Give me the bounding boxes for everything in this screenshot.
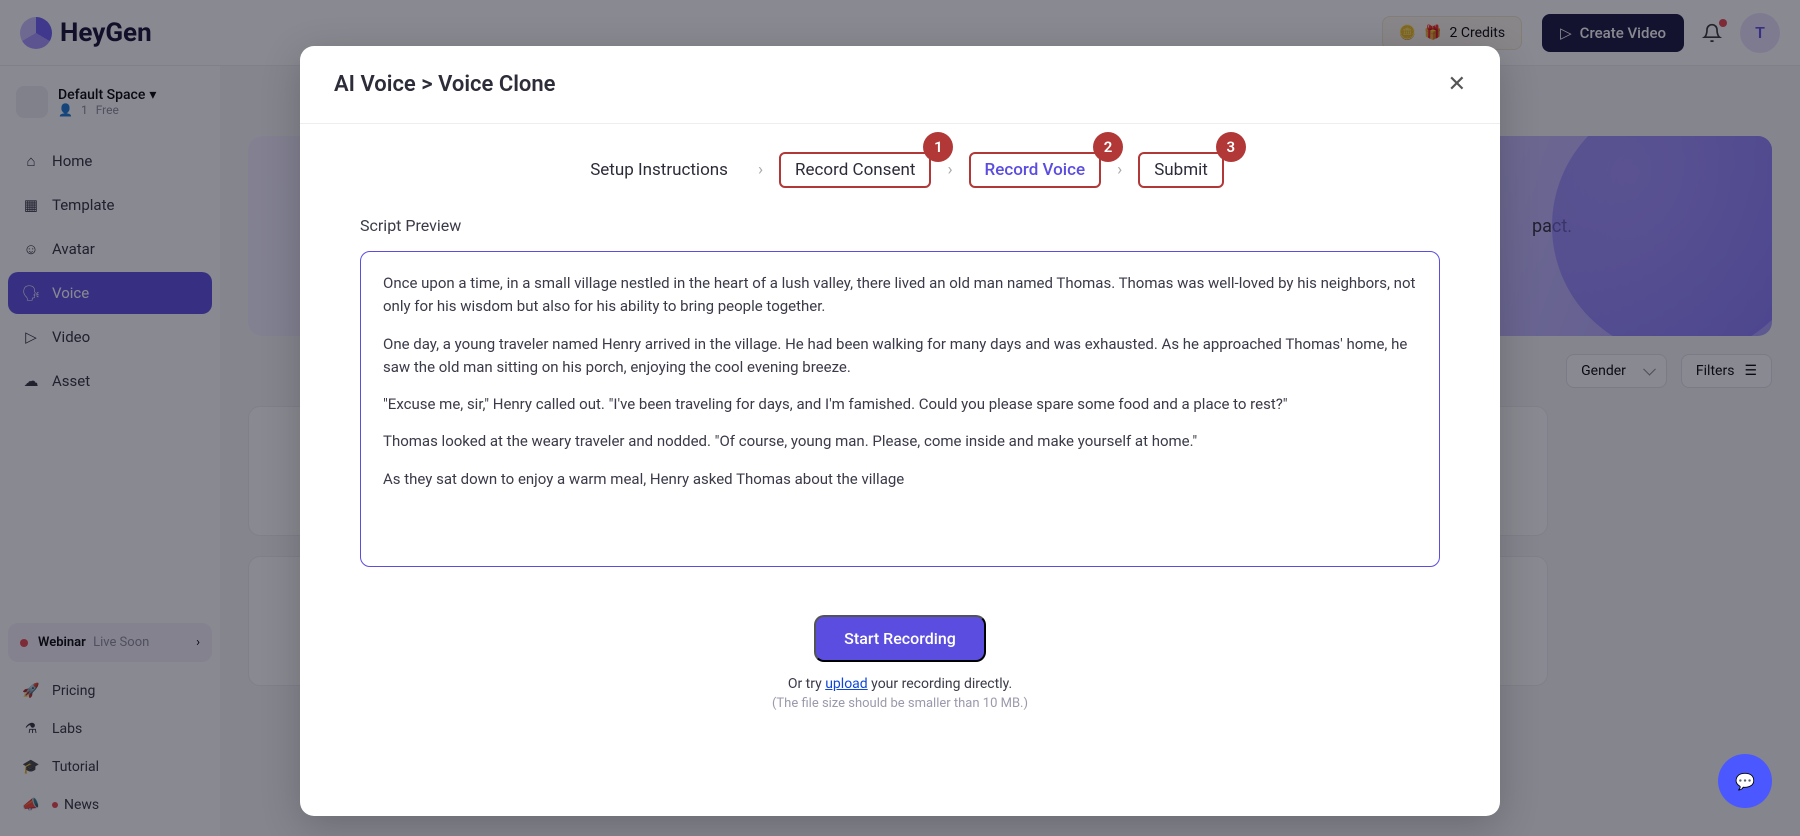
close-button[interactable]: ✕ [1448, 72, 1466, 97]
chevron-right-icon: › [758, 160, 763, 180]
start-recording-label: Start Recording [844, 629, 956, 648]
upload-link[interactable]: upload [825, 676, 867, 692]
chat-icon: 💬 [1735, 772, 1755, 791]
script-paragraph: As they sat down to enjoy a warm meal, H… [383, 468, 1417, 491]
help-chat-fab[interactable]: 💬 [1718, 754, 1772, 808]
start-recording-button[interactable]: Start Recording [814, 615, 986, 662]
script-paragraph: "Excuse me, sir," Henry called out. "I'v… [383, 393, 1417, 416]
or-text-post: your recording directly. [868, 676, 1012, 692]
chevron-right-icon: › [1117, 160, 1122, 180]
step-label: Record Voice [985, 160, 1086, 180]
step-badge-1: 1 [923, 132, 953, 162]
step-setup-instructions[interactable]: Setup Instructions [576, 154, 742, 186]
step-record-voice[interactable]: Record Voice 2 [969, 152, 1102, 188]
step-label: Submit [1154, 160, 1208, 180]
or-text-pre: Or try [788, 676, 825, 692]
step-label: Record Consent [795, 160, 915, 180]
upload-alternative-row: Or try upload your recording directly. [300, 676, 1500, 692]
voice-clone-modal: AI Voice > Voice Clone ✕ Setup Instructi… [300, 46, 1500, 816]
step-record-consent[interactable]: Record Consent 1 [779, 152, 931, 188]
script-paragraph: One day, a young traveler named Henry ar… [383, 333, 1417, 380]
modal-title: AI Voice > Voice Clone [334, 72, 556, 97]
script-preview-label: Script Preview [300, 216, 1500, 235]
step-badge-3: 3 [1216, 132, 1246, 162]
step-badge-2: 2 [1093, 132, 1123, 162]
file-size-hint: (The file size should be smaller than 10… [300, 696, 1500, 711]
script-preview-box[interactable]: Once upon a time, in a small village nes… [360, 251, 1440, 567]
close-icon: ✕ [1448, 72, 1466, 97]
chevron-right-icon: › [947, 160, 952, 180]
wizard-steps: Setup Instructions › Record Consent 1 › … [300, 124, 1500, 216]
step-submit[interactable]: Submit 3 [1138, 152, 1224, 188]
script-paragraph: Thomas looked at the weary traveler and … [383, 430, 1417, 453]
modal-header: AI Voice > Voice Clone ✕ [300, 46, 1500, 124]
script-paragraph: Once upon a time, in a small village nes… [383, 272, 1417, 319]
